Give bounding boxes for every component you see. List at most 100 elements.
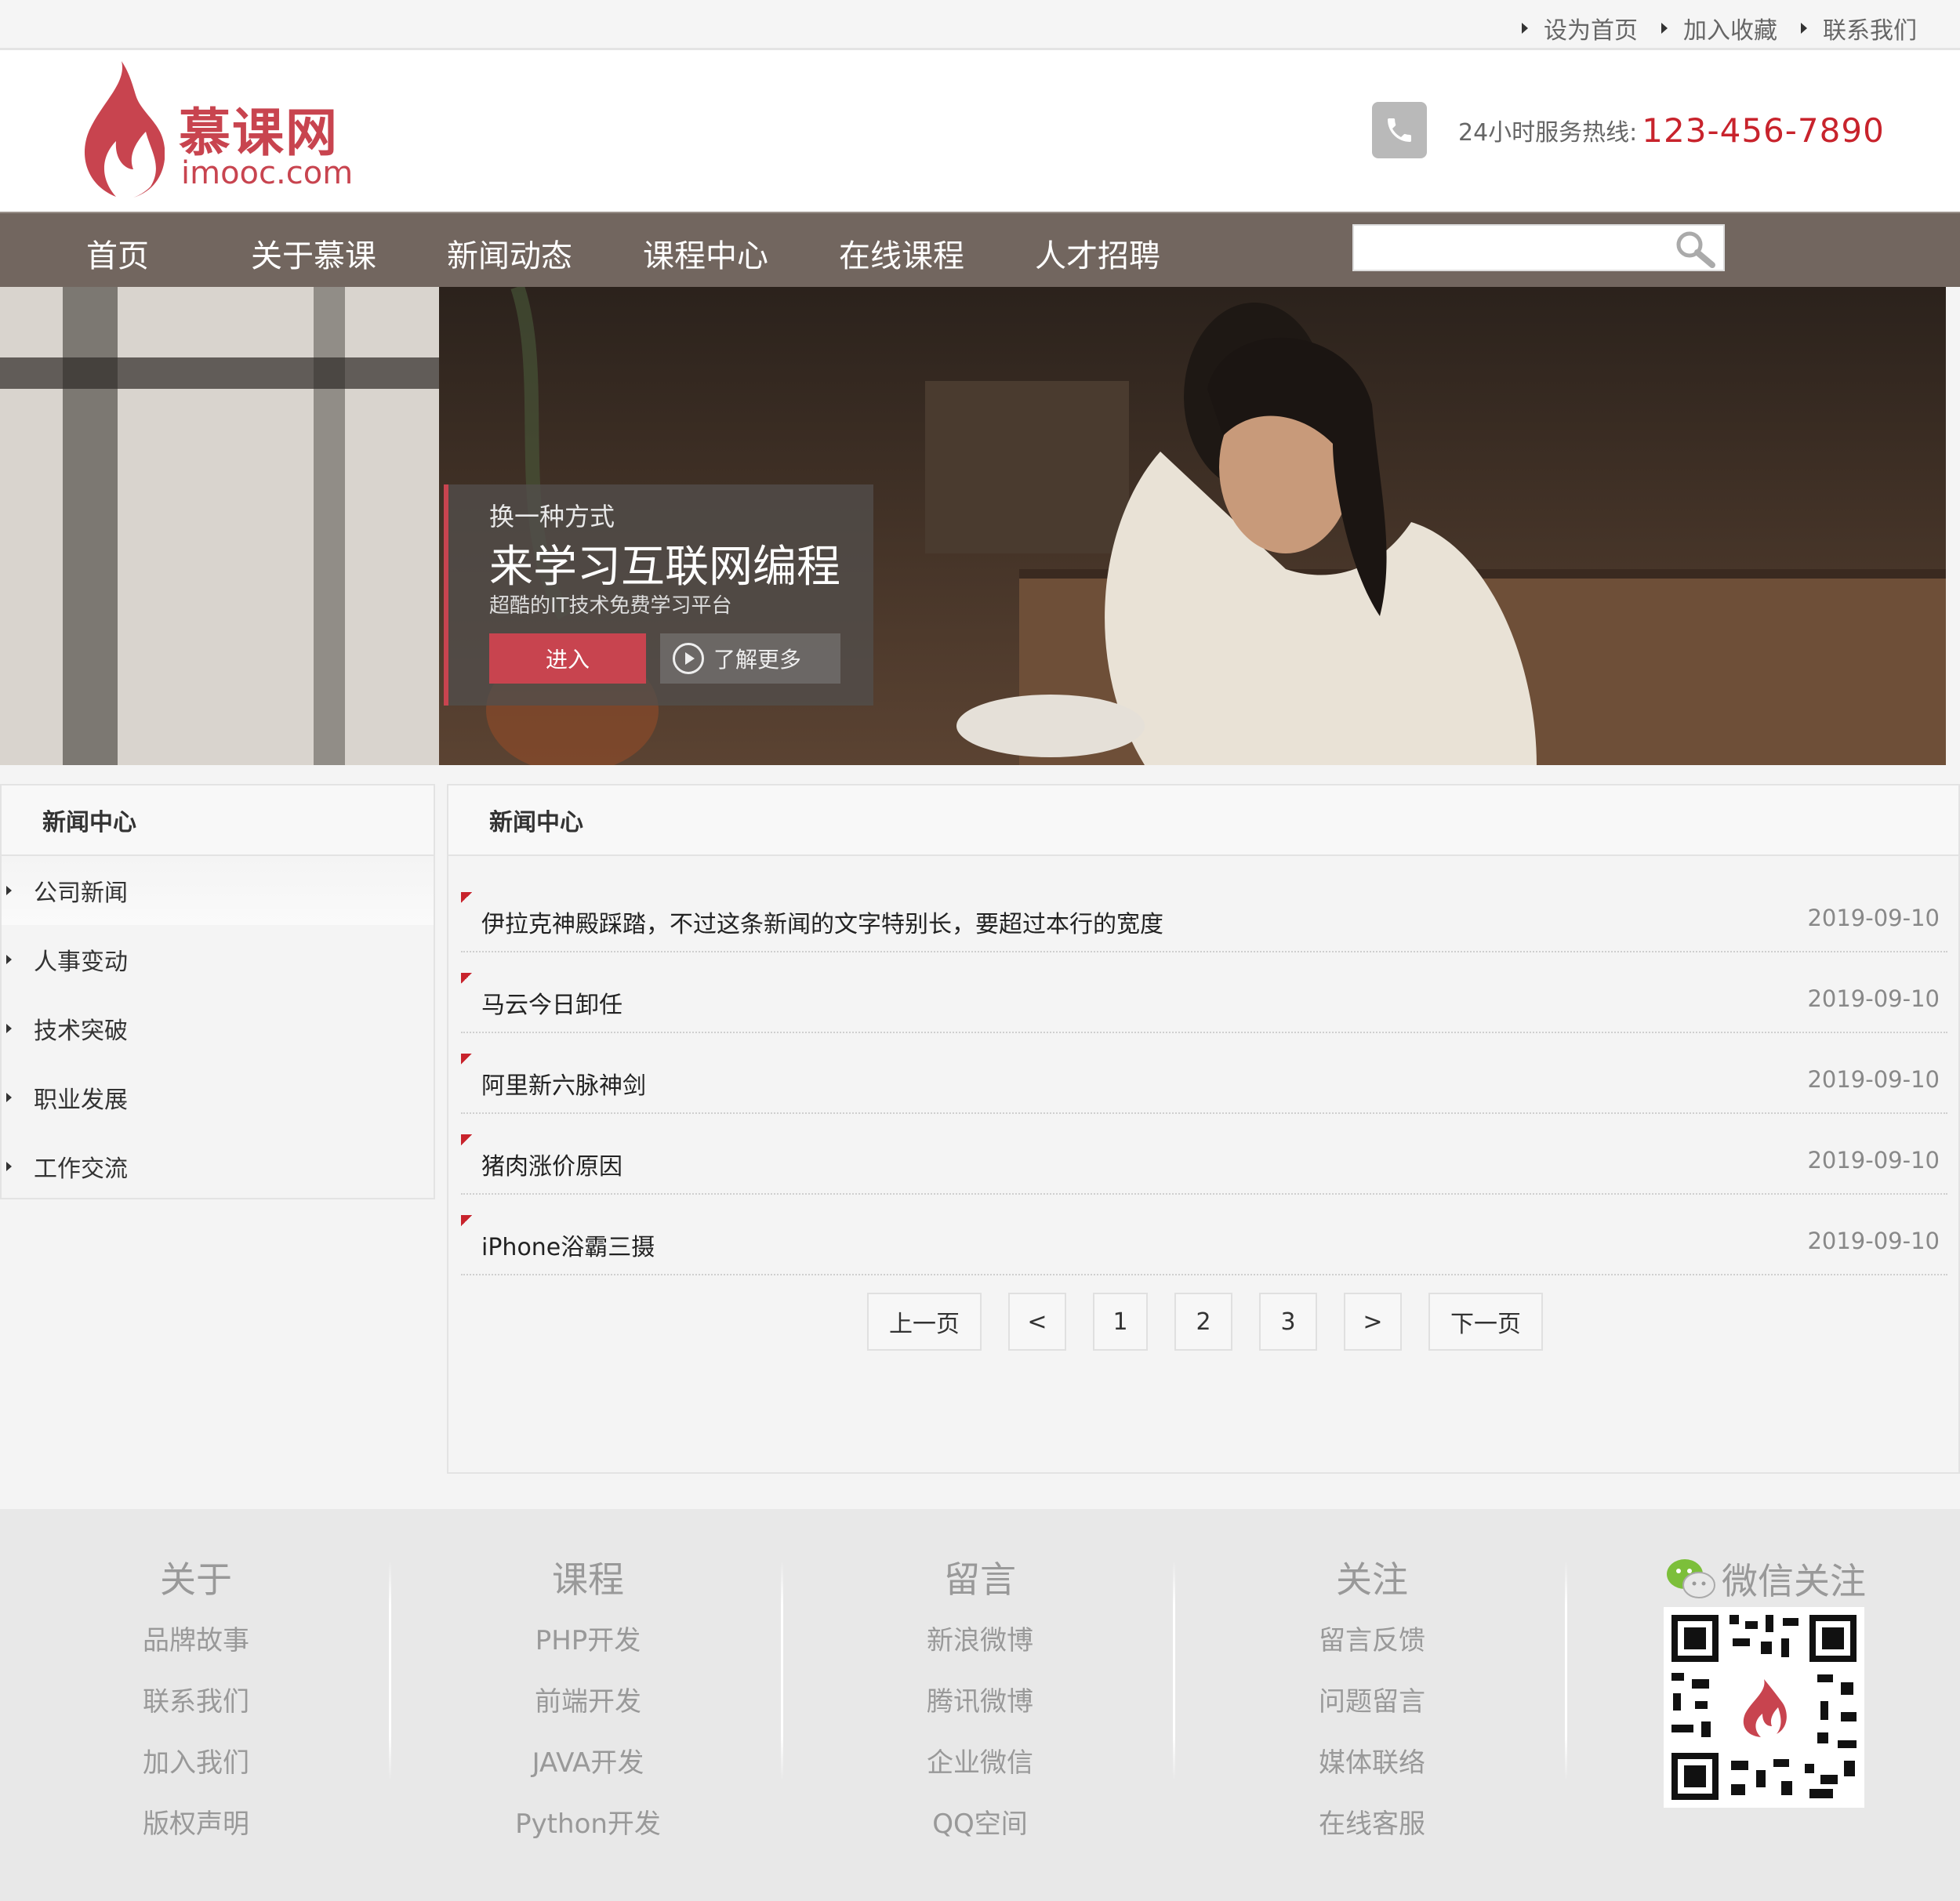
prev-arrow-button[interactable]: < — [1008, 1293, 1066, 1351]
triangle-bullet-icon — [6, 955, 12, 964]
flame-logo-icon — [84, 61, 165, 198]
sidebar-item-tech[interactable]: 技术突破 — [2, 994, 434, 1063]
footer-col-title: 课程 — [552, 1558, 624, 1601]
triangle-bullet-icon — [6, 1162, 12, 1171]
sidebar-item-company-news[interactable]: 公司新闻 — [2, 856, 434, 925]
search-input[interactable] — [1354, 226, 1668, 268]
hotline: 24小时服务热线: 123-456-7890 — [1372, 102, 1885, 158]
news-title: 阿里新六脉神剑 — [481, 1072, 646, 1100]
sidebar-item-label: 工作交流 — [34, 1155, 128, 1183]
news-item[interactable]: 马云今日卸任 2019-09-10 — [461, 952, 1947, 1033]
news-date: 2019-09-10 — [1807, 985, 1940, 1012]
footer-col-follow: 关注 留言反馈 问题留言 媒体联络 在线客服 — [1254, 1551, 1490, 1862]
footer-link[interactable]: 媒体联络 — [1254, 1740, 1490, 1801]
header: 慕课网 imooc.com 24小时服务热线: 123-456-7890 — [0, 50, 1960, 212]
nav-online-courses[interactable]: 在线课程 — [839, 230, 964, 276]
main-nav: 首页 关于慕课 新闻动态 课程中心 在线课程 人才招聘 — [0, 212, 1960, 287]
wechat-title: 微信关注 — [1722, 1560, 1866, 1602]
set-homepage-label: 设为首页 — [1544, 17, 1638, 45]
enter-button[interactable]: 进入 — [489, 633, 646, 684]
sidebar-item-personnel[interactable]: 人事变动 — [2, 925, 434, 994]
wechat-follow: 微信关注 — [1665, 1553, 1866, 1605]
sidebar-item-label: 公司新闻 — [34, 880, 128, 907]
promo-tagline: 超酷的IT技术免费学习平台 — [489, 594, 732, 618]
footer-divider — [781, 1561, 783, 1780]
set-homepage-link[interactable]: 设为首页 — [1522, 11, 1638, 45]
footer-link[interactable]: 企业微信 — [862, 1740, 1098, 1801]
site-logo[interactable]: 慕课网 imooc.com — [78, 60, 361, 201]
footer-col-messages: 留言 新浪微博 腾讯微博 企业微信 QQ空间 — [862, 1551, 1098, 1862]
top-bar: 设为首页 加入收藏 联系我们 — [0, 0, 1960, 50]
contact-us-label: 联系我们 — [1823, 17, 1917, 45]
sidebar-item-exchange[interactable]: 工作交流 — [2, 1132, 434, 1201]
news-panel: 新闻中心 伊拉克神殿踩踏，不过这条新闻的文字特别长，要超过本行的宽度 2019-… — [447, 784, 1960, 1474]
qr-code[interactable] — [1664, 1607, 1864, 1808]
next-arrow-button[interactable]: > — [1344, 1293, 1402, 1351]
footer-link[interactable]: 品牌故事 — [78, 1617, 314, 1678]
news-date: 2019-09-10 — [1807, 1147, 1940, 1174]
footer-link[interactable]: 联系我们 — [78, 1678, 314, 1740]
news-item[interactable]: 阿里新六脉神剑 2019-09-10 — [461, 1033, 1947, 1114]
contact-us-link[interactable]: 联系我们 — [1801, 11, 1917, 45]
triangle-bullet-icon — [1522, 23, 1528, 34]
sidebar: 新闻中心 公司新闻 人事变动 技术突破 职业发展 工作交流 — [0, 784, 435, 1199]
footer-link[interactable]: 问题留言 — [1254, 1678, 1490, 1740]
footer-link[interactable]: 新浪微博 — [862, 1617, 1098, 1678]
hotline-number: 123-456-7890 — [1642, 111, 1885, 150]
page-2-button[interactable]: 2 — [1174, 1293, 1232, 1351]
footer-link[interactable]: 版权声明 — [78, 1801, 314, 1862]
page-1-button[interactable]: 1 — [1093, 1293, 1148, 1351]
news-title: 马云今日卸任 — [481, 992, 622, 1019]
sidebar-item-label: 人事变动 — [34, 949, 128, 976]
news-panel-title: 新闻中心 — [448, 785, 1958, 856]
footer-link[interactable]: QQ空间 — [862, 1801, 1098, 1862]
flag-icon — [461, 1134, 472, 1145]
footer-link[interactable]: 加入我们 — [78, 1740, 314, 1801]
sidebar-item-label: 技术突破 — [34, 1018, 128, 1045]
news-item[interactable]: iPhone浴霸三摄 2019-09-10 — [461, 1195, 1947, 1275]
footer-link[interactable]: PHP开发 — [470, 1617, 706, 1678]
hotline-label: 24小时服务热线: — [1458, 119, 1638, 147]
footer-link[interactable]: JAVA开发 — [470, 1740, 706, 1801]
add-favorite-label: 加入收藏 — [1683, 17, 1777, 45]
add-favorite-link[interactable]: 加入收藏 — [1661, 11, 1777, 45]
sidebar-item-label: 职业发展 — [34, 1087, 128, 1114]
flag-icon — [461, 1054, 472, 1065]
nav-about[interactable]: 关于慕课 — [251, 230, 376, 276]
wechat-icon — [1667, 1559, 1715, 1598]
phone-icon — [1372, 102, 1427, 158]
prev-page-button[interactable]: 上一页 — [867, 1293, 982, 1351]
nav-news[interactable]: 新闻动态 — [447, 230, 572, 276]
hero-banner: 换一种方式 来学习互联网编程 超酷的IT技术免费学习平台 进入 了解更多 — [0, 287, 1946, 765]
brand-name-en: imooc.com — [181, 155, 354, 191]
flag-icon — [461, 973, 472, 984]
banner-photo — [0, 287, 1946, 765]
triangle-bullet-icon — [6, 1024, 12, 1033]
next-page-button[interactable]: 下一页 — [1428, 1293, 1543, 1351]
footer-col-title: 留言 — [944, 1558, 1016, 1601]
footer-link[interactable]: Python开发 — [470, 1801, 706, 1862]
learn-more-button[interactable]: 了解更多 — [660, 633, 840, 684]
page-3-button[interactable]: 3 — [1259, 1293, 1317, 1351]
sidebar-item-career[interactable]: 职业发展 — [2, 1063, 434, 1132]
nav-courses[interactable]: 课程中心 — [643, 230, 768, 276]
triangle-bullet-icon — [1801, 23, 1807, 34]
footer-link[interactable]: 前端开发 — [470, 1678, 706, 1740]
footer-divider — [1173, 1561, 1175, 1780]
news-title: iPhone浴霸三摄 — [481, 1234, 655, 1261]
footer-col-about: 关于 品牌故事 联系我们 加入我们 版权声明 — [78, 1551, 314, 1862]
triangle-bullet-icon — [1661, 23, 1668, 34]
footer-link[interactable]: 留言反馈 — [1254, 1617, 1490, 1678]
sidebar-title: 新闻中心 — [2, 785, 434, 856]
footer: 关于 品牌故事 联系我们 加入我们 版权声明 课程 PHP开发 前端开发 JAV… — [0, 1509, 1960, 1901]
news-date: 2019-09-10 — [1807, 1066, 1940, 1093]
search-icon[interactable] — [1670, 227, 1719, 270]
nav-home[interactable]: 首页 — [86, 230, 149, 276]
nav-careers[interactable]: 人才招聘 — [1035, 230, 1160, 276]
news-item[interactable]: 猪肉涨价原因 2019-09-10 — [461, 1114, 1947, 1195]
news-item[interactable]: 伊拉克神殿踩踏，不过这条新闻的文字特别长，要超过本行的宽度 2019-09-10 — [461, 872, 1947, 952]
footer-col-courses: 课程 PHP开发 前端开发 JAVA开发 Python开发 — [470, 1551, 706, 1862]
footer-link[interactable]: 腾讯微博 — [862, 1678, 1098, 1740]
footer-link[interactable]: 在线客服 — [1254, 1801, 1490, 1862]
flag-icon — [461, 1215, 472, 1226]
